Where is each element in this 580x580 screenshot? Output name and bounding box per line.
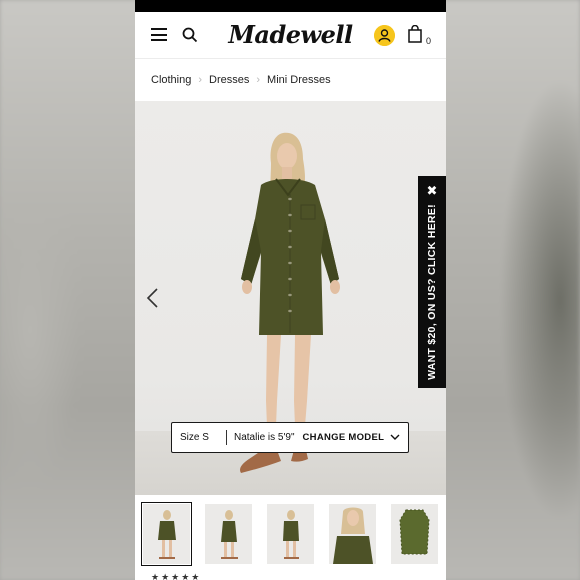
thumbnail-strip: ★★★★★	[135, 495, 446, 580]
promo-tab[interactable]: ✖ WANT $20, ON US? CLICK HERE!	[418, 176, 446, 388]
product-image[interactable]: Size S Natalie is 5'9" CHANGE MODEL	[135, 101, 446, 495]
bag-icon[interactable]	[408, 25, 422, 43]
thumbnail-1[interactable]	[141, 502, 192, 566]
breadcrumb-dresses[interactable]: Dresses	[209, 74, 249, 86]
model-info-bar: Size S Natalie is 5'9" CHANGE MODEL	[171, 422, 409, 453]
close-icon[interactable]: ✖	[418, 184, 446, 197]
thumbnail-5[interactable]	[391, 504, 438, 564]
account-icon[interactable]	[374, 25, 395, 46]
site-header: Madewell 0	[135, 12, 446, 59]
breadcrumb-separator: ›	[198, 74, 203, 86]
divider	[226, 430, 227, 445]
breadcrumb-mini-dresses[interactable]: Mini Dresses	[267, 74, 331, 86]
bag-count: 0	[426, 36, 432, 46]
model-height: Natalie is 5'9"	[234, 432, 295, 443]
thumbnail-3[interactable]	[267, 504, 314, 564]
rating-stars: ★★★★★	[151, 572, 202, 580]
change-model-button[interactable]: CHANGE MODEL	[303, 432, 385, 443]
status-bar	[135, 0, 446, 12]
chevron-down-icon[interactable]	[390, 434, 400, 441]
breadcrumb-clothing[interactable]: Clothing	[151, 74, 191, 86]
thumbnail-4[interactable]	[329, 504, 376, 564]
model-size: Size S	[180, 432, 209, 443]
breadcrumb: Clothing › Dresses › Mini Dresses	[135, 59, 446, 101]
thumbnail-2[interactable]	[205, 504, 252, 564]
promo-text[interactable]: WANT $20, ON US? CLICK HERE!	[426, 204, 438, 380]
phone-screen: Madewell 0 Clothing › Dresses › Mini Dre…	[135, 0, 446, 580]
breadcrumb-separator: ›	[256, 74, 261, 86]
chevron-left-icon[interactable]	[145, 287, 159, 309]
brand-logo[interactable]: Madewell	[135, 20, 446, 49]
